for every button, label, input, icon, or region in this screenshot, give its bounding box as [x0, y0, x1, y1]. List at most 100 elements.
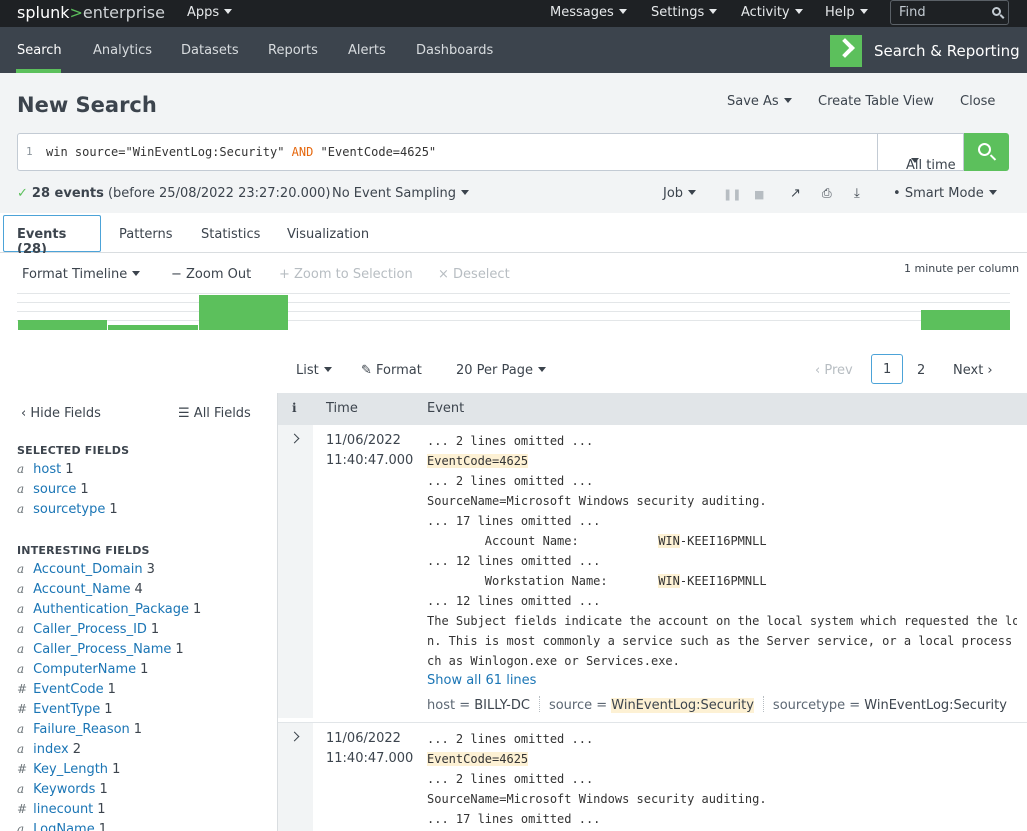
- field-caller-process-id[interactable]: a Caller_Process_ID 1: [17, 622, 159, 640]
- host-key: host =: [427, 698, 475, 713]
- all-fields-button[interactable]: ☰ All Fields: [178, 406, 251, 421]
- field-count: 1: [107, 682, 116, 697]
- nav-dashboards[interactable]: Dashboards: [416, 43, 493, 58]
- tab-statistics[interactable]: Statistics: [201, 227, 260, 242]
- field-count: 1: [65, 462, 74, 477]
- time-range-picker[interactable]: All time: [878, 133, 964, 173]
- settings-menu[interactable]: Settings: [651, 5, 718, 20]
- deselect-button[interactable]: × Deselect: [438, 267, 510, 282]
- search-term-highlight[interactable]: WIN: [658, 574, 680, 588]
- export-icon[interactable]: ⤓: [854, 186, 860, 201]
- field-failure-reason[interactable]: a Failure_Reason 1: [17, 722, 142, 740]
- field-keywords[interactable]: a Keywords 1: [17, 782, 108, 800]
- print-icon[interactable]: ⎙: [822, 186, 832, 201]
- field-eventcode[interactable]: # EventCode 1: [17, 682, 116, 700]
- zoom-out-button[interactable]: − Zoom Out: [171, 267, 251, 282]
- field-computername[interactable]: a ComputerName 1: [17, 662, 148, 680]
- info-column-header: i: [292, 401, 297, 415]
- event-sampling-dropdown[interactable]: No Event Sampling: [332, 186, 470, 201]
- list-dropdown[interactable]: List: [296, 363, 332, 378]
- source-value[interactable]: WinEventLog:Security: [611, 698, 754, 713]
- chevron-right-icon[interactable]: [289, 433, 300, 444]
- field-caller-process-name[interactable]: a Caller_Process_Name 1: [17, 642, 184, 660]
- timeline-bar[interactable]: [108, 325, 198, 330]
- string-field-icon: a: [17, 622, 25, 636]
- per-page-dropdown[interactable]: 20 Per Page: [456, 363, 546, 378]
- share-icon[interactable]: ↗: [790, 186, 801, 201]
- search-term-highlight[interactable]: EventCode=4625: [427, 454, 529, 468]
- next-page-button[interactable]: Next ›: [953, 363, 993, 378]
- string-field-icon: a: [17, 642, 25, 656]
- field-key-length[interactable]: # Key_Length 1: [17, 762, 120, 780]
- field-source[interactable]: a source 1: [17, 482, 89, 500]
- caret-down-icon: [688, 190, 697, 195]
- search-query-input[interactable]: 1 win source="WinEventLog:Security" AND …: [17, 133, 878, 171]
- show-all-lines-link[interactable]: Show all 61 lines: [427, 671, 1017, 691]
- nav-analytics[interactable]: Analytics: [93, 43, 152, 58]
- event-expand-gutter[interactable]: [278, 723, 313, 831]
- search-icon: [992, 7, 1001, 16]
- search-mode-dropdown[interactable]: • Smart Mode: [893, 186, 997, 201]
- field-authentication-package[interactable]: a Authentication_Package 1: [17, 602, 201, 620]
- field-count: 1: [80, 482, 89, 497]
- search-button[interactable]: [964, 133, 1009, 171]
- pause-icon[interactable]: ❚❚: [723, 188, 741, 201]
- time-column-header[interactable]: Time: [326, 401, 358, 416]
- create-table-view-button[interactable]: Create Table View: [818, 94, 934, 109]
- sourcetype-value[interactable]: WinEventLog:Security: [864, 698, 1007, 713]
- apps-menu[interactable]: Apps: [187, 5, 233, 20]
- bulb-icon: •: [893, 186, 901, 201]
- tab-events[interactable]: Events (28): [3, 215, 101, 257]
- page-2-button[interactable]: 2: [917, 363, 925, 378]
- chevron-right-icon[interactable]: [289, 731, 300, 742]
- format-timeline-dropdown[interactable]: Format Timeline: [22, 267, 141, 282]
- activity-menu[interactable]: Activity: [741, 5, 803, 20]
- nav-reports[interactable]: Reports: [268, 43, 318, 58]
- find-input[interactable]: Find: [890, 0, 1009, 25]
- close-button[interactable]: Close: [960, 94, 995, 109]
- string-field-icon: a: [17, 562, 25, 576]
- timeline-chart[interactable]: [17, 293, 1010, 330]
- tab-visualization[interactable]: Visualization: [287, 227, 369, 242]
- nav-alerts[interactable]: Alerts: [348, 43, 386, 58]
- event-column-header: Event: [427, 401, 465, 416]
- field-logname[interactable]: a LogName 1: [17, 822, 107, 831]
- field-name: LogName: [33, 822, 95, 831]
- host-value[interactable]: BILLY-DC: [474, 698, 530, 713]
- field-linecount[interactable]: # linecount 1: [17, 802, 106, 820]
- timeline-bar[interactable]: [199, 295, 288, 330]
- search-term-highlight[interactable]: EventCode=4625: [427, 752, 529, 766]
- search-term-highlight[interactable]: WIN: [658, 534, 680, 548]
- field-index[interactable]: a index 2: [17, 742, 81, 760]
- save-as-button[interactable]: Save As: [727, 94, 792, 109]
- caret-down-icon: [132, 271, 141, 276]
- selected-fields-header: SELECTED FIELDS: [17, 444, 130, 457]
- job-menu[interactable]: Job: [663, 186, 697, 201]
- nav-search[interactable]: Search: [17, 43, 62, 58]
- tab-patterns[interactable]: Patterns: [119, 227, 173, 242]
- splunk-logo[interactable]: splunk>enterprise: [17, 3, 165, 22]
- field-account-domain[interactable]: a Account_Domain 3: [17, 562, 155, 580]
- field-account-name[interactable]: a Account_Name 4: [17, 582, 143, 600]
- field-host[interactable]: a host 1: [17, 462, 74, 480]
- event-expand-gutter[interactable]: [278, 425, 313, 718]
- nav-datasets[interactable]: Datasets: [181, 43, 239, 58]
- app-title[interactable]: Search & Reporting: [874, 42, 1020, 60]
- format-button[interactable]: ✎ Format: [361, 363, 422, 378]
- zoom-to-selection-button[interactable]: + Zoom to Selection: [279, 267, 413, 282]
- numeric-field-icon: #: [17, 802, 28, 816]
- field-eventtype[interactable]: # EventType 1: [17, 702, 113, 720]
- field-sourcetype[interactable]: a sourcetype 1: [17, 502, 118, 520]
- field-name: EventCode: [33, 682, 104, 697]
- hide-fields-button[interactable]: ‹ Hide Fields: [21, 406, 101, 421]
- event-line: SourceName=Microsoft Windows security au…: [427, 494, 767, 508]
- string-field-icon: a: [17, 742, 25, 756]
- string-field-icon: a: [17, 502, 25, 516]
- prev-page-button[interactable]: ‹ Prev: [815, 363, 853, 378]
- timeline-bar[interactable]: [18, 320, 107, 330]
- timeline-bar[interactable]: [921, 310, 1010, 330]
- help-menu[interactable]: Help: [825, 5, 868, 20]
- messages-menu[interactable]: Messages: [550, 5, 627, 20]
- page-1-button[interactable]: 1: [871, 354, 903, 384]
- stop-icon[interactable]: ■: [754, 188, 764, 201]
